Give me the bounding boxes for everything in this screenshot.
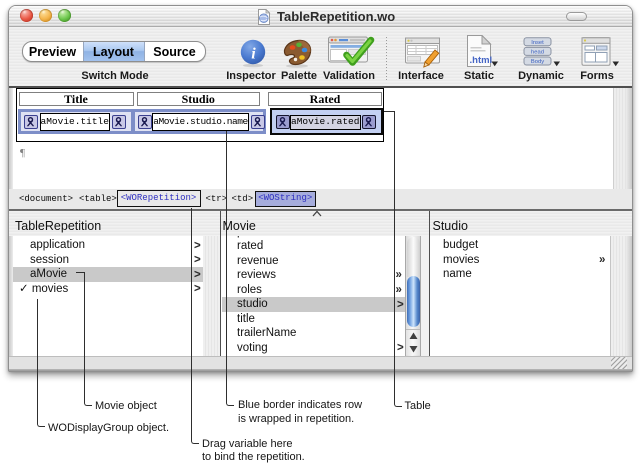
svg-text:Inset: Inset <box>531 40 544 46</box>
svg-text:i: i <box>251 45 256 62</box>
svg-text:head: head <box>531 49 544 55</box>
svg-text:.html: .html <box>470 55 493 66</box>
svg-text:Body: Body <box>531 59 544 65</box>
